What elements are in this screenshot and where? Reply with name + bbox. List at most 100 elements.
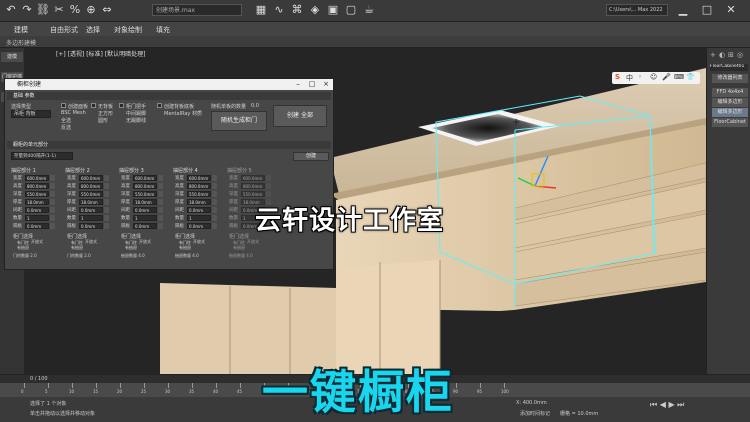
motion-tab-icon[interactable]: ◎	[737, 52, 744, 59]
param-value-field[interactable]: 0.0mm	[187, 223, 211, 229]
spinner-icon[interactable]	[158, 199, 163, 205]
spinner-icon[interactable]	[266, 175, 271, 181]
tab-selection[interactable]: 选择	[86, 25, 100, 35]
ime-keyboard-icon[interactable]: ⌨	[674, 73, 684, 81]
param-value-field[interactable]: 0.0mm	[79, 223, 103, 229]
param-value-field[interactable]: 800.0mm	[187, 183, 211, 189]
mirror-icon[interactable]: ⇔	[100, 3, 114, 17]
schematic-icon[interactable]: ⌘	[290, 3, 304, 17]
section-units-header[interactable]: 橱柜的单元部分	[7, 141, 331, 149]
spinner-icon[interactable]	[50, 183, 55, 189]
spinner-icon[interactable]	[50, 191, 55, 197]
param-value-field[interactable]: 550.0mm	[187, 191, 211, 197]
spinner-icon[interactable]	[266, 191, 271, 197]
spinner-icon[interactable]	[158, 223, 163, 229]
dialog-maximize-icon[interactable]: □	[307, 79, 317, 90]
spinner-icon[interactable]	[212, 215, 217, 221]
ime-emoji-icon[interactable]: ☺	[650, 73, 657, 81]
param-value-field[interactable]: 1	[187, 215, 211, 221]
playback-controls-icon[interactable]: ⏮ ◀ ▶ ⏭	[650, 400, 684, 410]
link-icon[interactable]: ⛓	[36, 3, 50, 17]
param-value-field[interactable]: 550.0mm	[25, 191, 49, 197]
opt-b1-checkbox[interactable]	[91, 103, 96, 108]
param-value-field[interactable]: 600.0mm	[79, 175, 103, 181]
close-icon[interactable]: ✕	[724, 3, 738, 17]
select-type-dropdown[interactable]: 吊柜 背板	[11, 110, 51, 118]
spinner-icon[interactable]	[212, 199, 217, 205]
spinner-icon[interactable]	[212, 207, 217, 213]
spinner-icon[interactable]	[50, 207, 55, 213]
param-value-field[interactable]: 1	[79, 215, 103, 221]
modifier-base[interactable]: FloorCabinet	[712, 118, 748, 127]
param-value-field[interactable]: 550.0mm	[241, 191, 265, 197]
door-option[interactable]: 开放式	[85, 239, 97, 245]
percent-icon[interactable]: %	[68, 3, 82, 17]
ime-skin-icon[interactable]: 👕	[686, 73, 695, 81]
param-value-field[interactable]: 1	[133, 215, 157, 221]
spinner-icon[interactable]	[158, 215, 163, 221]
modifier-list[interactable]: 修改器列表	[712, 74, 748, 83]
create-all-button[interactable]: 创建 全部	[273, 105, 327, 127]
redo-icon[interactable]: ↷	[20, 3, 34, 17]
render-setup-icon[interactable]: ▣	[326, 3, 340, 17]
spinner-icon[interactable]	[212, 223, 217, 229]
unit-count-label[interactable]: 门的数量 2.0	[67, 253, 91, 259]
add-time-tag[interactable]: 添加时间标记	[520, 410, 550, 417]
opt-c1-checkbox[interactable]	[119, 103, 124, 108]
workspace-selector[interactable]: C:\Users\... Max 2022	[606, 4, 668, 16]
param-value-field[interactable]: 0.0mm	[133, 223, 157, 229]
undo-icon[interactable]: ↶	[4, 3, 18, 17]
opt-a3-label[interactable]: 全选	[61, 117, 71, 124]
spinner-icon[interactable]	[212, 175, 217, 181]
tab-freeform[interactable]: 自由形式	[50, 25, 78, 35]
spinner-icon[interactable]	[104, 215, 109, 221]
door-option[interactable]: 有抽屉	[125, 245, 137, 251]
param-value-field[interactable]: 18.0mm	[187, 199, 211, 205]
section-basic-header[interactable]: 基础 参数	[7, 92, 331, 100]
spinner-icon[interactable]	[104, 191, 109, 197]
viewport-label[interactable]: [+] [透视] [标准] [默认明暗处理]	[56, 49, 145, 58]
ime-mode-icon[interactable]: 中	[626, 73, 633, 83]
minimize-icon[interactable]: ▁	[676, 3, 690, 17]
unit-preset-dropdown[interactable]: 存量到400隔开(1-1)	[11, 152, 73, 160]
spinner-icon[interactable]	[158, 183, 163, 189]
create-tab-icon[interactable]: +	[710, 52, 717, 59]
unit-count-label[interactable]: 抽屉数量 4.0	[121, 253, 145, 259]
param-value-field[interactable]: 600.0mm	[241, 175, 265, 181]
param-value-field[interactable]: 0.0mm	[133, 207, 157, 213]
door-option[interactable]: 开放式	[31, 239, 43, 245]
layer-icon[interactable]: ▦	[254, 3, 268, 17]
unit-count-label[interactable]: 抽屉数量 4.0	[175, 253, 199, 259]
ime-punct-icon[interactable]: ◦	[638, 73, 642, 81]
param-value-field[interactable]: 18.0mm	[133, 199, 157, 205]
param-value-field[interactable]: 800.0mm	[241, 183, 265, 189]
door-option[interactable]: 有抽屉	[71, 245, 83, 251]
param-value-field[interactable]: 1	[25, 215, 49, 221]
spinner-icon[interactable]	[50, 199, 55, 205]
param-value-field[interactable]: 18.0mm	[25, 199, 49, 205]
param-value-field[interactable]: 0.0mm	[25, 207, 49, 213]
unit-count-label[interactable]: 门的数量 2.0	[13, 253, 37, 259]
spinner-icon[interactable]	[50, 223, 55, 229]
spinner-icon[interactable]	[158, 207, 163, 213]
door-option[interactable]: 有抽屉	[179, 245, 191, 251]
door-option[interactable]: 开放式	[139, 239, 151, 245]
opt-d1-checkbox[interactable]	[157, 103, 162, 108]
dialog-close-icon[interactable]: ×	[321, 79, 331, 90]
opt-a4-label[interactable]: 反选	[61, 124, 71, 131]
material-icon[interactable]: ◈	[308, 3, 322, 17]
tab-populate[interactable]: 填充	[156, 25, 170, 35]
dialog-minimize-icon[interactable]: –	[293, 79, 303, 90]
param-value-field[interactable]: 0.0mm	[25, 223, 49, 229]
spinner-icon[interactable]	[212, 191, 217, 197]
param-value-field[interactable]: 550.0mm	[133, 191, 157, 197]
render-frame-icon[interactable]: ▢	[344, 3, 358, 17]
spinner-icon[interactable]	[104, 183, 109, 189]
spinner-icon[interactable]	[104, 223, 109, 229]
ime-voice-icon[interactable]: 🎤	[662, 73, 671, 81]
param-value-field[interactable]: 18.0mm	[79, 199, 103, 205]
strip-item-modeling[interactable]: 建模	[1, 52, 23, 62]
modifier-edit-poly-1[interactable]: 编辑多边形	[712, 98, 748, 107]
param-value-field[interactable]: 0.0mm	[187, 207, 211, 213]
param-value-field[interactable]: 800.0mm	[25, 183, 49, 189]
